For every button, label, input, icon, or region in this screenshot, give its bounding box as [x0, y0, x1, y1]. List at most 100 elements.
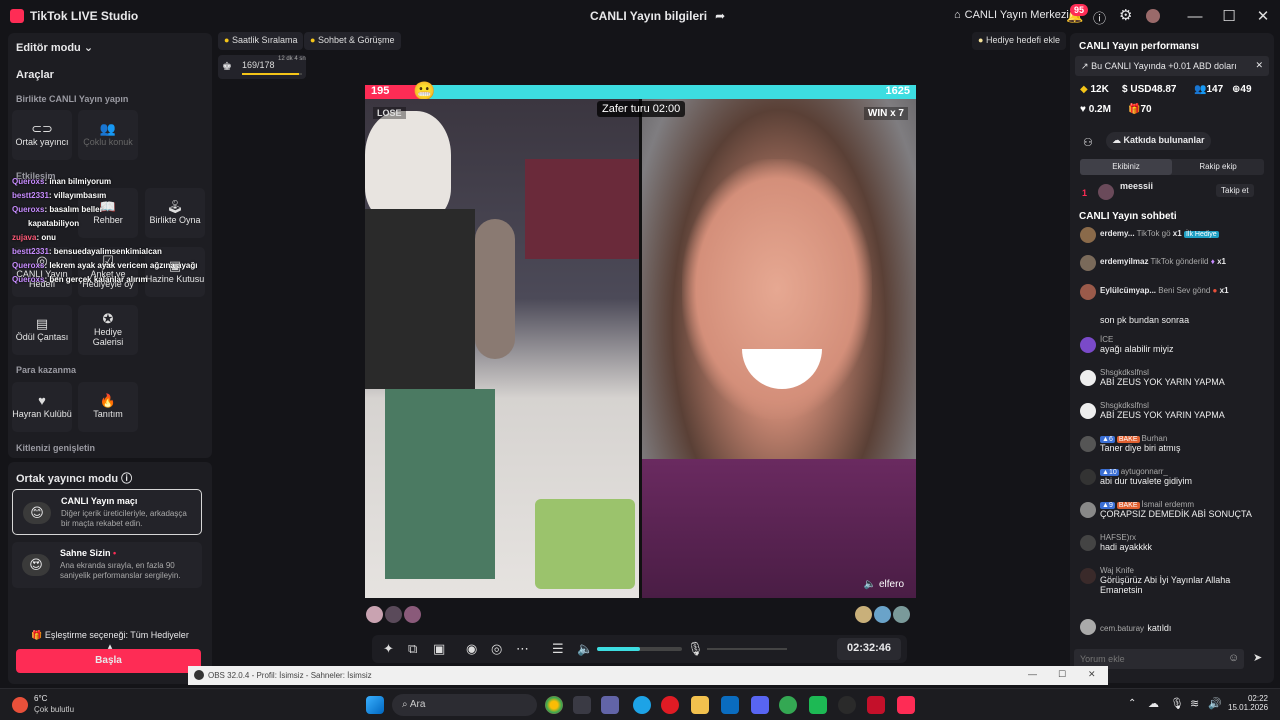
- close-button[interactable]: ✕: [1088, 669, 1096, 680]
- live-center-button[interactable]: ⌂ CANLI Yayın Merkezi: [954, 9, 1069, 21]
- gift-goal-chip[interactable]: ● Hediye hedefi ekle: [972, 32, 1067, 50]
- avatar[interactable]: [893, 606, 910, 623]
- top-user-name[interactable]: meessii: [1120, 181, 1153, 191]
- avatar[interactable]: [855, 606, 872, 623]
- minimize-button[interactable]: —: [1178, 0, 1212, 32]
- weather-desc[interactable]: Çok bulutlu: [34, 705, 74, 714]
- avatar[interactable]: [1080, 619, 1096, 635]
- youtube-icon[interactable]: [867, 696, 885, 714]
- chevron-up-icon[interactable]: ⌃: [1128, 698, 1136, 709]
- taskbar-search[interactable]: ⌕ Ara: [392, 694, 537, 716]
- more-icon[interactable]: ⋯: [516, 641, 529, 657]
- gear-icon[interactable]: ⚙: [1119, 6, 1132, 24]
- level-badge: ▲9: [1100, 502, 1115, 509]
- avatar[interactable]: [1080, 227, 1096, 243]
- avatar[interactable]: [874, 606, 891, 623]
- tool-play-together[interactable]: 🕹 Birlikte Oyna: [145, 188, 205, 238]
- help-icon[interactable]: ⓘ: [1093, 8, 1106, 27]
- editor-mode-dropdown[interactable]: Editör modu ⌄: [16, 41, 93, 54]
- volume-icon[interactable]: 🔈: [577, 641, 593, 657]
- tiktok-live-icon[interactable]: [897, 696, 915, 714]
- volume-slider[interactable]: [597, 647, 682, 651]
- progress-widget[interactable]: ♚ 169/178 12 dk 4 sn: [218, 55, 306, 79]
- maximize-button[interactable]: ☐: [1058, 669, 1066, 680]
- avatar[interactable]: [1080, 255, 1096, 271]
- avatar[interactable]: [1080, 337, 1096, 353]
- avatar[interactable]: [1080, 535, 1096, 551]
- opera-icon[interactable]: [661, 696, 679, 714]
- tab-your-team[interactable]: Ekibiniz: [1080, 159, 1172, 175]
- avatar[interactable]: [1080, 469, 1096, 485]
- discord-icon[interactable]: [751, 696, 769, 714]
- person-settings-icon[interactable]: ⚇: [1083, 136, 1093, 149]
- magic-wand-icon[interactable]: ✦: [383, 641, 394, 657]
- chat-message: Shsgkdkslfnsl ABİ ZEUS YOK YARIN YAPMA: [1080, 368, 1266, 396]
- avatar[interactable]: [366, 606, 383, 623]
- store-icon[interactable]: [573, 696, 591, 714]
- avatar[interactable]: [1080, 502, 1096, 518]
- avatar[interactable]: [1080, 370, 1096, 386]
- close-icon[interactable]: ✕: [1255, 60, 1263, 71]
- avatar[interactable]: [1080, 403, 1096, 419]
- avatar[interactable]: [1098, 184, 1114, 200]
- weather-temp[interactable]: 6°C: [34, 694, 47, 703]
- tool-gift-gallery[interactable]: ✪ Hediye Galerisi: [78, 305, 138, 355]
- stage-card[interactable]: 😍 Sahne Sizin • Ana ekranda sırayla, en …: [12, 542, 202, 588]
- maximize-button[interactable]: ☐: [1212, 0, 1246, 32]
- edge-icon[interactable]: [633, 696, 651, 714]
- obs-window-bar[interactable]: OBS 32.0.4 - Profil: İsimsiz - Sahneler:…: [188, 666, 1108, 685]
- avatar[interactable]: [404, 606, 421, 623]
- layout-icon[interactable]: ⧉: [408, 641, 417, 657]
- minimize-button[interactable]: —: [1028, 669, 1037, 679]
- joystick-icon: 🕹: [166, 198, 184, 214]
- microphone-icon[interactable]: 🎙: [1170, 697, 1184, 710]
- live-info-button[interactable]: CANLI Yayın bilgileri ➦: [590, 9, 725, 23]
- chrome-icon[interactable]: [545, 696, 563, 714]
- sliders-icon[interactable]: ☰: [552, 641, 564, 657]
- avatar[interactable]: [1080, 436, 1096, 452]
- wifi-icon[interactable]: ≋: [1190, 697, 1199, 710]
- tab-rival-team[interactable]: Rakip ekip: [1172, 159, 1264, 175]
- microphone-icon[interactable]: 🎙: [687, 641, 704, 657]
- tool-multi-guest[interactable]: 👥 Çoklu konuk: [78, 110, 138, 160]
- record-icon[interactable]: ◉: [466, 641, 477, 657]
- avatar[interactable]: [1146, 9, 1160, 23]
- send-icon[interactable]: ➤: [1253, 651, 1262, 664]
- avatar[interactable]: [385, 606, 402, 623]
- chat-title: CANLI Yayın sohbeti: [1079, 211, 1177, 222]
- clock[interactable]: 02:22 15.01.2026: [1228, 694, 1268, 712]
- contributors-button[interactable]: ☁ Katkıda bulunanlar: [1106, 132, 1211, 150]
- network-icon[interactable]: ☁: [1148, 697, 1159, 710]
- stream-preview[interactable]: 195 1625 😬 Zafer turu 02:00 LOSE WIN x 7…: [365, 81, 916, 598]
- chrome-profile-icon[interactable]: [779, 696, 797, 714]
- screen-icon[interactable]: ▣: [433, 641, 445, 657]
- avatar[interactable]: [1080, 284, 1096, 300]
- avatar[interactable]: [1080, 568, 1096, 584]
- obs-icon[interactable]: [838, 696, 856, 714]
- mail-icon[interactable]: [721, 696, 739, 714]
- opponent-name[interactable]: 🔈 elfero: [864, 579, 904, 590]
- tool-fan-club[interactable]: ♥ Hayran Kulübü: [12, 382, 72, 432]
- win-streak-badge: WIN x 7: [863, 107, 908, 120]
- live-match-card[interactable]: 😊 CANLI Yayın maçı Diğer içerik üreticil…: [12, 489, 202, 535]
- heart-icon: ♥: [38, 392, 46, 408]
- gift-count: x1: [1172, 229, 1182, 238]
- tool-cohost[interactable]: ⊂⊃ Ortak yayıncı: [12, 110, 72, 160]
- follow-button[interactable]: Takip et: [1216, 184, 1254, 197]
- folder-icon[interactable]: [691, 696, 709, 714]
- mic-slider[interactable]: [707, 648, 787, 650]
- app-icon[interactable]: [809, 696, 827, 714]
- chat-call-chip[interactable]: ● Sohbet & Görüşme: [304, 32, 401, 50]
- start-button[interactable]: Başla: [16, 649, 201, 673]
- tool-reward-bag[interactable]: ▤ Ödül Çantası: [12, 305, 72, 355]
- speaker-icon[interactable]: 🔊: [1208, 697, 1222, 710]
- start-button[interactable]: [366, 696, 384, 714]
- tool-promote[interactable]: 🔥 Tanıtım: [78, 382, 138, 432]
- info-icon[interactable]: ⓘ: [121, 473, 132, 485]
- teams-icon[interactable]: [601, 696, 619, 714]
- hourly-ranking-chip[interactable]: ● Saatlik Sıralama: [218, 32, 304, 50]
- camera-switch-icon[interactable]: ◎: [491, 641, 502, 657]
- emoji-icon[interactable]: ☺: [1228, 652, 1239, 664]
- weather-icon[interactable]: [12, 697, 28, 713]
- close-button[interactable]: ✕: [1246, 0, 1280, 32]
